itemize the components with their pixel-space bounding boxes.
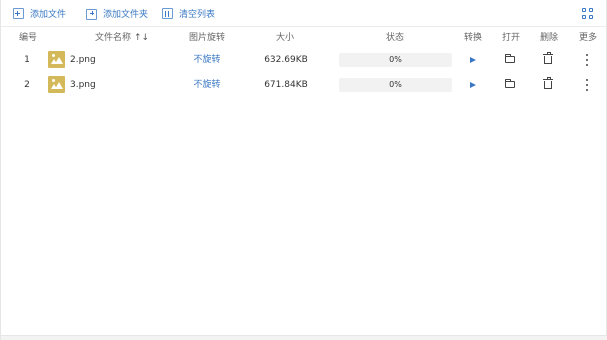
progress-bar: 0% <box>339 78 452 92</box>
table-header: 编号 文件名称 ↑↓ 图片旋转 大小 状态 转换 打开 删除 更多 <box>1 27 607 49</box>
header-size: 大小 <box>275 33 294 43</box>
image-thumbnail-icon <box>48 51 65 68</box>
play-icon[interactable] <box>470 57 476 63</box>
add-file-label: 添加文件 <box>30 9 67 20</box>
header-index: 编号 <box>18 33 37 43</box>
more-vertical-icon[interactable] <box>586 54 588 66</box>
rotation-select[interactable]: 不旋转 <box>193 80 220 90</box>
header-rotation: 图片旋转 <box>188 33 225 43</box>
add-file-button[interactable]: 添加文件 <box>1 0 66 26</box>
row-filename: 2.png <box>70 55 96 65</box>
rotation-select[interactable]: 不旋转 <box>193 55 220 65</box>
trash-icon[interactable] <box>543 77 553 89</box>
progress-text: 0% <box>389 55 402 64</box>
add-folder-icon <box>86 8 98 20</box>
row-filename: 3.png <box>70 80 96 90</box>
more-vertical-icon[interactable] <box>586 79 588 91</box>
clear-list-label: 清空列表 <box>179 9 216 20</box>
horizontal-scrollbar[interactable] <box>1 336 607 340</box>
progress-bar: 0% <box>339 53 452 67</box>
row-size: 632.69KB <box>264 55 308 65</box>
header-open: 打开 <box>501 33 520 43</box>
table-row[interactable]: 2 3.png 不旋转 671.84KB 0% <box>1 72 607 98</box>
play-icon[interactable] <box>470 82 476 88</box>
row-size: 671.84KB <box>264 80 308 90</box>
sort-icon[interactable]: ↑↓ <box>134 27 149 49</box>
app-window: 添加文件 添加文件夹 清空列表 编号 文件名称 ↑↓ 图片旋转 大小 状态 转换 … <box>0 0 607 340</box>
add-folder-button[interactable]: 添加文件夹 <box>66 0 148 26</box>
row-index: 1 <box>24 55 30 65</box>
clear-list-button[interactable]: 清空列表 <box>148 0 215 26</box>
progress-text: 0% <box>389 80 402 89</box>
table-row[interactable]: 1 2.png 不旋转 632.69KB 0% <box>1 47 607 73</box>
clear-list-icon <box>162 7 174 19</box>
grid-view-icon[interactable] <box>582 8 594 20</box>
header-more: 更多 <box>578 33 597 43</box>
toolbar: 添加文件 添加文件夹 清空列表 <box>1 0 607 26</box>
image-thumbnail-icon <box>48 76 65 93</box>
header-delete: 删除 <box>539 33 558 43</box>
trash-icon[interactable] <box>543 52 553 64</box>
add-folder-label: 添加文件夹 <box>103 9 149 20</box>
folder-open-icon[interactable] <box>505 79 515 88</box>
header-filename-label: 文件名称 <box>94 33 131 43</box>
folder-open-icon[interactable] <box>505 54 515 63</box>
add-file-icon <box>13 7 24 19</box>
header-convert: 转换 <box>463 33 482 43</box>
header-filename: 文件名称 ↑↓ <box>86 27 158 49</box>
row-index: 2 <box>24 80 30 90</box>
header-status: 状态 <box>385 33 404 43</box>
